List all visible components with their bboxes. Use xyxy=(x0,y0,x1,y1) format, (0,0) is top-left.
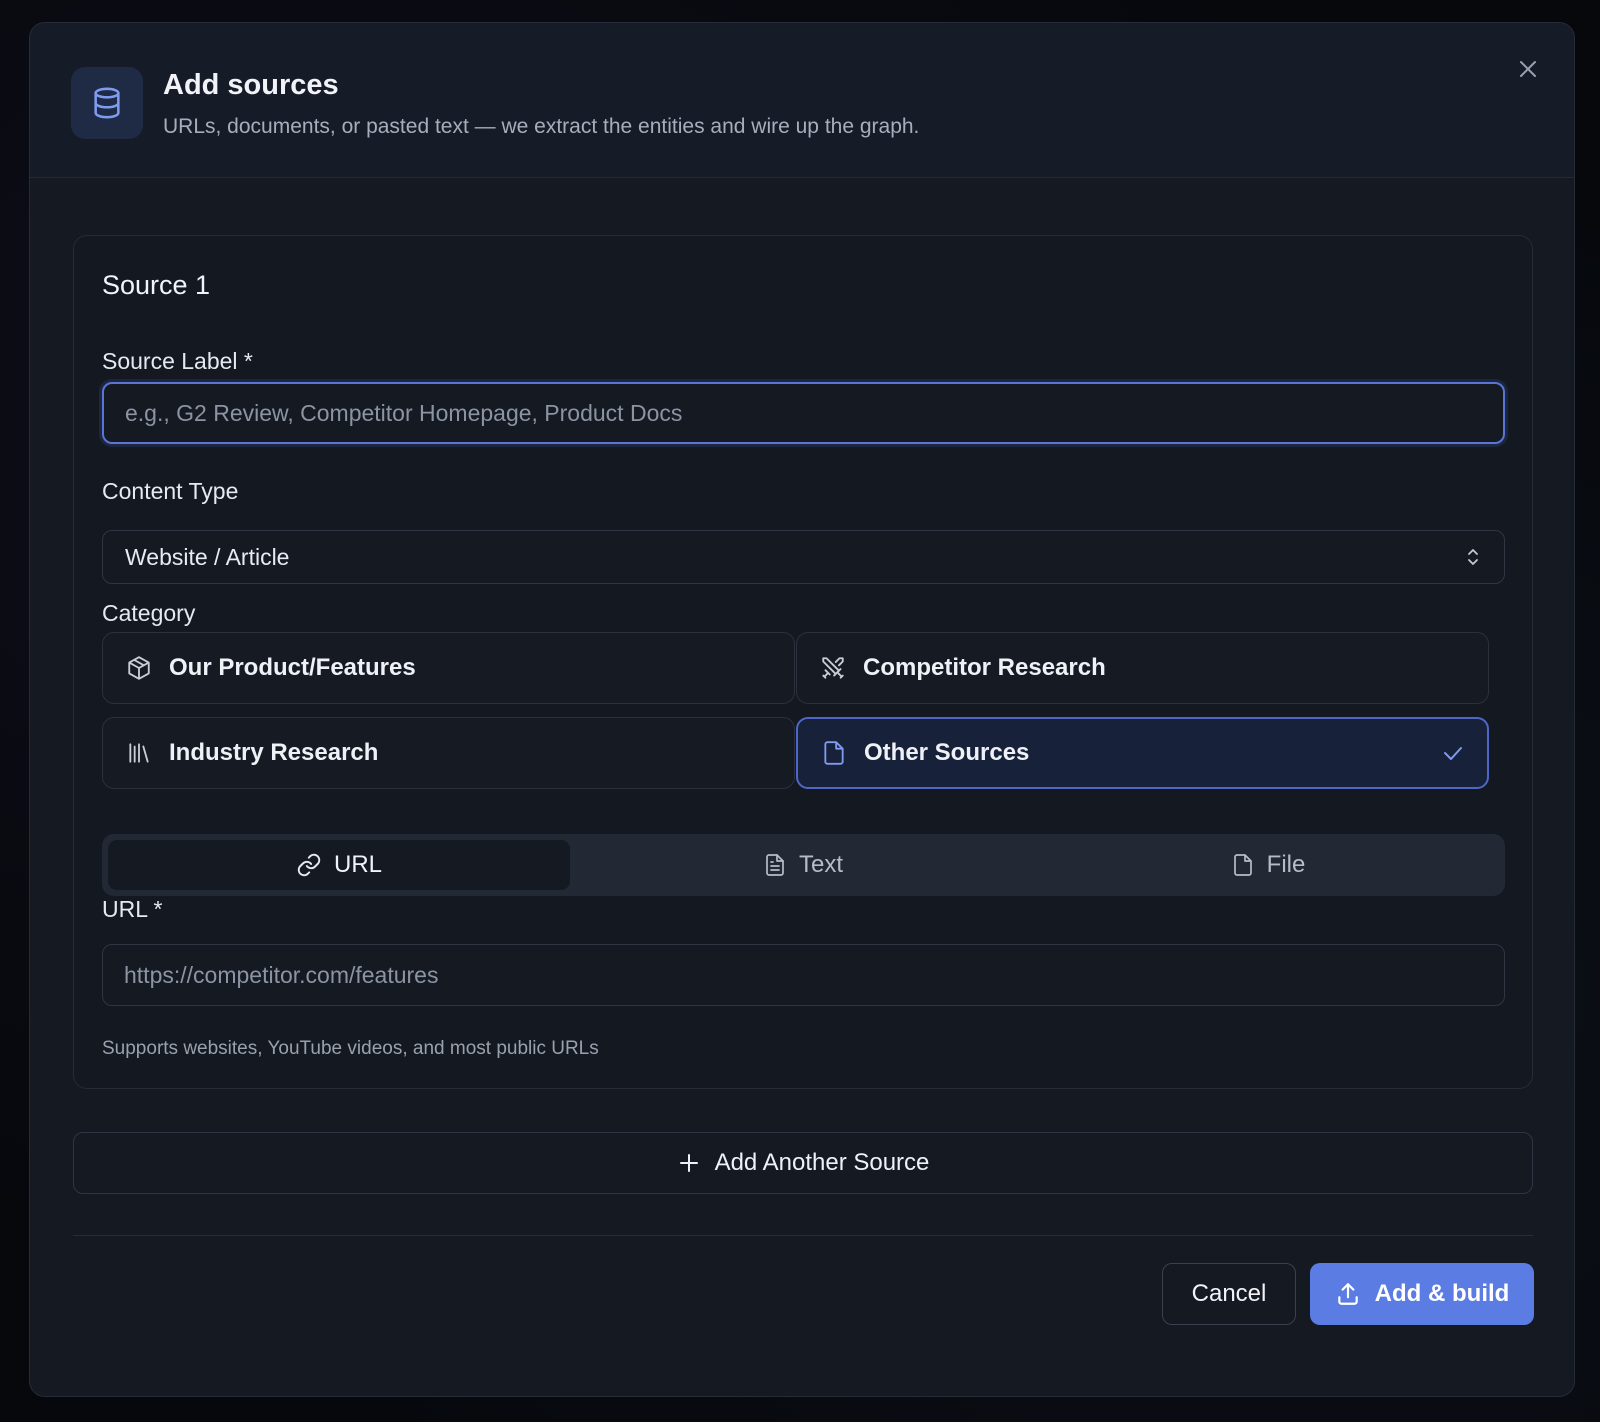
chevron-up-down-icon xyxy=(1468,549,1478,565)
cancel-button[interactable]: Cancel xyxy=(1162,1263,1296,1325)
file-icon xyxy=(1233,854,1252,876)
source-card: Source 1 Source Label * Content Type Web… xyxy=(73,235,1533,1089)
content-type-select[interactable]: Website / Article xyxy=(102,530,1505,584)
category-competitor-research[interactable]: Competitor Research xyxy=(796,632,1489,704)
link-icon xyxy=(297,853,321,877)
swords-icon xyxy=(819,654,847,682)
url-field-label: URL * xyxy=(102,896,163,922)
package-icon xyxy=(125,654,153,682)
url-helper-text: Supports websites, YouTube videos, and m… xyxy=(102,1038,599,1059)
plus-icon xyxy=(679,1154,698,1172)
category-other-sources[interactable]: Other Sources xyxy=(796,717,1489,789)
tab-text-label: Text xyxy=(798,851,843,878)
content-type-value: Website / Article xyxy=(125,543,290,570)
tab-url-label: URL xyxy=(333,851,382,878)
category-label-text: Industry Research xyxy=(169,739,379,766)
add-and-build-button[interactable]: Add & build xyxy=(1310,1263,1534,1325)
check-icon xyxy=(1444,747,1462,760)
source-label-input[interactable] xyxy=(102,382,1505,444)
cancel-button-label: Cancel xyxy=(1191,1280,1267,1307)
add-sources-dialog: Add sources URLs, documents, or pasted t… xyxy=(29,22,1575,1397)
close-button[interactable] xyxy=(1512,53,1544,85)
category-our-product[interactable]: Our Product/Features xyxy=(102,632,795,704)
dialog-subtitle: URLs, documents, or pasted text — we ext… xyxy=(163,115,920,138)
tab-file[interactable]: File xyxy=(1037,840,1499,890)
content-type-label: Content Type xyxy=(102,478,239,504)
dialog-header: Add sources URLs, documents, or pasted t… xyxy=(30,23,1574,178)
add-another-source-label: Add Another Source xyxy=(714,1149,930,1176)
add-another-source-button[interactable]: Add Another Source xyxy=(73,1132,1533,1194)
file-icon xyxy=(820,739,848,767)
tab-url[interactable]: URL xyxy=(108,840,570,890)
input-type-tabs: URL Text File xyxy=(102,834,1505,896)
url-input[interactable] xyxy=(102,944,1505,1006)
category-label-text: Our Product/Features xyxy=(169,654,416,681)
database-icon xyxy=(71,67,143,139)
dialog-title: Add sources xyxy=(163,69,339,101)
upload-icon xyxy=(1337,1283,1358,1305)
close-icon xyxy=(1520,61,1536,77)
footer-divider xyxy=(73,1235,1533,1236)
category-label: Category xyxy=(102,600,196,626)
add-and-build-label: Add & build xyxy=(1374,1280,1510,1307)
tab-file-label: File xyxy=(1266,851,1306,878)
library-icon xyxy=(125,739,153,767)
category-industry-research[interactable]: Industry Research xyxy=(102,717,795,789)
source-card-title: Source 1 xyxy=(102,270,211,300)
category-label-text: Competitor Research xyxy=(863,654,1106,681)
file-text-icon xyxy=(766,854,784,876)
source-label-field-label: Source Label * xyxy=(102,348,253,374)
category-label-text: Other Sources xyxy=(864,739,1030,766)
tab-text[interactable]: Text xyxy=(572,840,1034,890)
